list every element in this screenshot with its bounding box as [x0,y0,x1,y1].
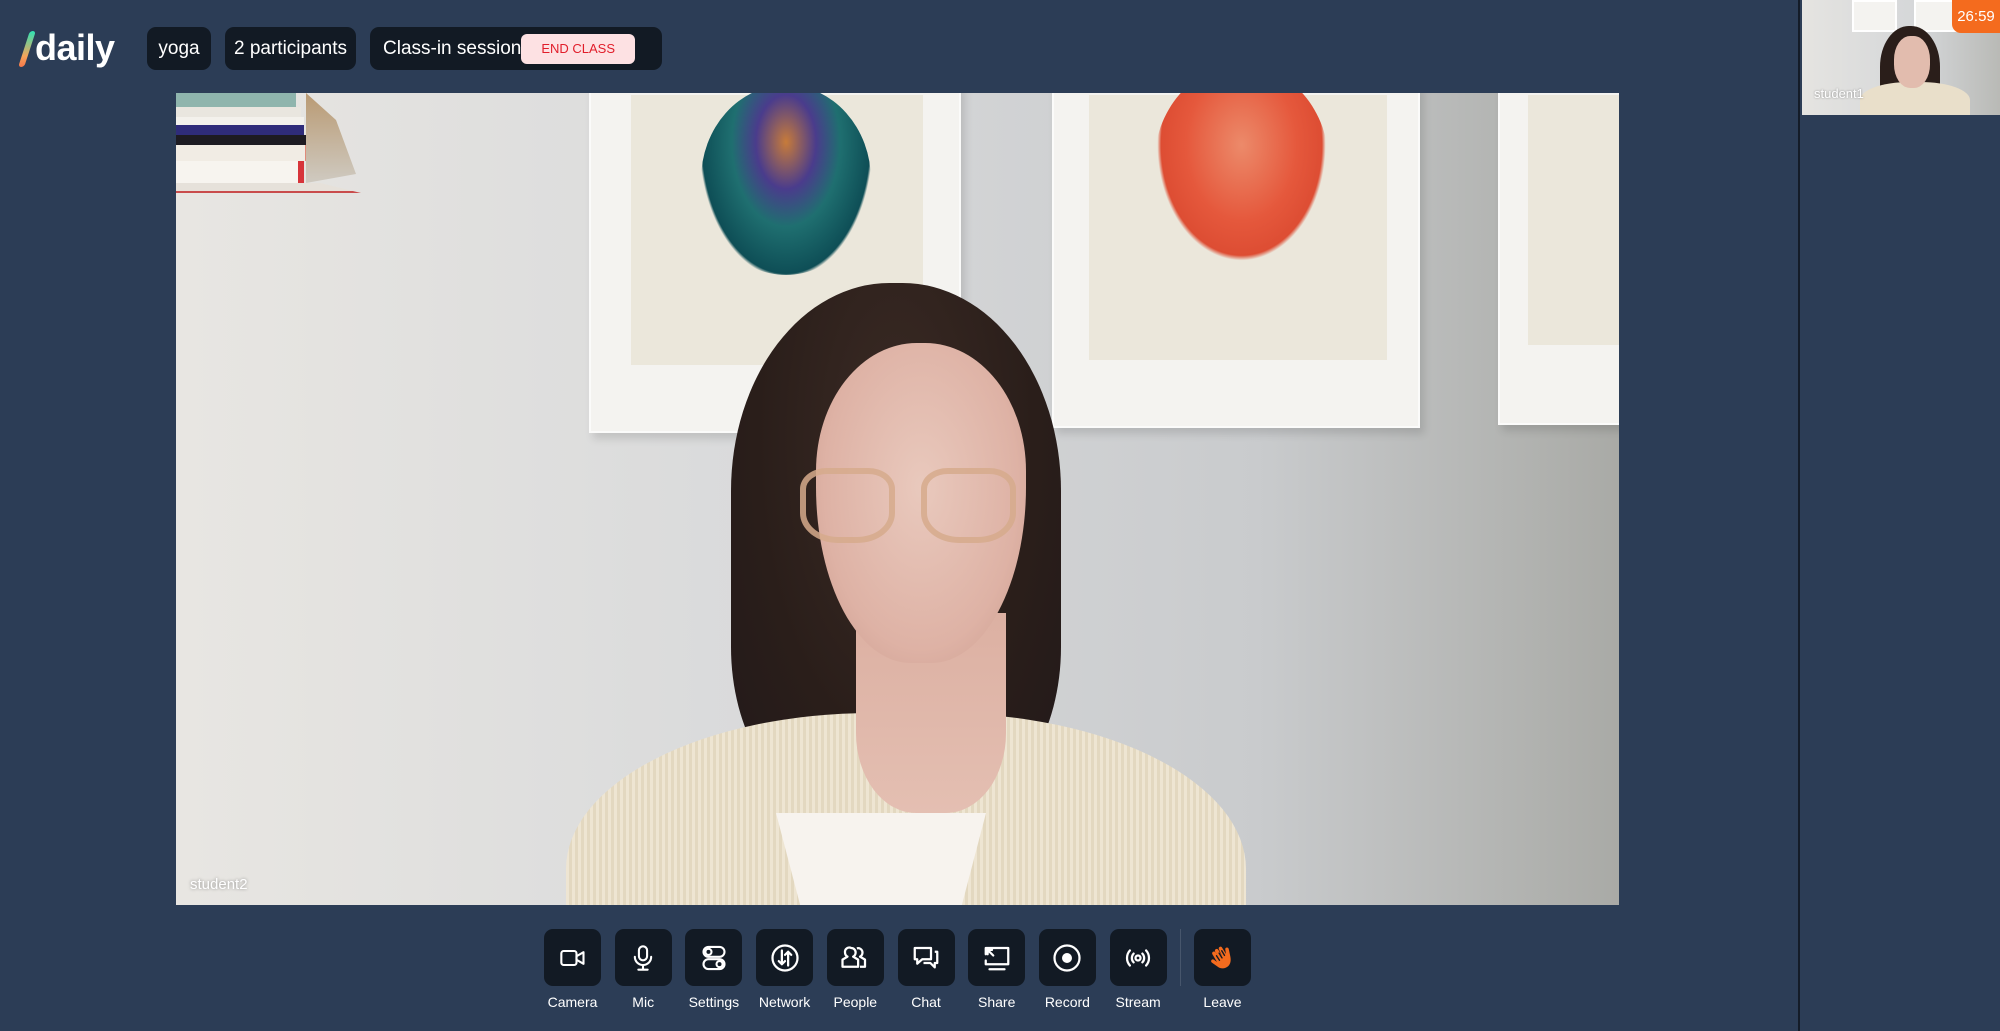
screen-share-icon [984,946,1010,970]
camera-button-box [544,929,601,986]
session-status: Class-in session [383,37,522,59]
participant-name-label: student2 [190,876,248,893]
share-button-box [968,929,1026,986]
video-background-books [176,93,361,218]
video-background-frame [1052,93,1420,428]
settings-button[interactable]: Settings [685,929,743,1010]
stream-label: Stream [1115,994,1161,1010]
mic-button-box [614,929,672,986]
settings-button-box [685,929,743,986]
leave-label: Leave [1203,994,1242,1010]
record-button-box [1038,929,1096,986]
leave-button[interactable]: Leave [1194,929,1251,1010]
daily-logo: daily [18,26,115,70]
stream-button-box [1109,929,1167,986]
chat-button[interactable]: Chat [897,929,955,1010]
people-icon [841,945,867,968]
settings-toggle-icon [702,945,726,970]
video-background-frame [1498,93,1619,425]
chat-button-box [897,929,955,986]
room-name-badge: yoga [147,27,211,70]
microphone-icon [633,944,653,971]
participant-shirt [776,813,986,905]
stream-icon [1125,948,1151,967]
camera-icon [559,949,585,966]
logo-slash-icon [18,31,36,67]
leave-button-box [1194,929,1251,986]
class-timer: 26:59 [1952,0,2000,33]
camera-button[interactable]: Camera [544,929,601,1010]
tray-divider [1180,929,1181,986]
network-button-box [756,929,814,986]
main-video-tile: student2 [176,93,1619,905]
class-session-panel: Class-in session END CLASS [370,27,662,70]
share-label: Share [978,994,1016,1010]
glasses-right [921,468,1016,543]
record-label: Record [1044,994,1090,1010]
stream-button[interactable]: Stream [1109,929,1167,1010]
chat-label: Chat [911,994,941,1010]
people-button-box [826,929,884,986]
mic-button[interactable]: Mic [614,929,672,1010]
participant-count-badge: 2 participants [225,27,356,70]
end-class-button[interactable]: END CLASS [521,33,635,64]
glasses-left [800,468,895,543]
record-icon [1053,943,1082,972]
logo-text: daily [35,27,115,68]
people-button[interactable]: People [826,929,884,1010]
thumb-participant-face [1894,36,1930,88]
network-button[interactable]: Network [756,929,814,1010]
camera-label: Camera [547,994,598,1010]
thumb-bg-frame [1852,0,1897,32]
mic-label: Mic [632,994,655,1010]
share-button[interactable]: Share [968,929,1026,1010]
thumbnail-name-label: student1 [1814,86,1864,101]
network-label: Network [758,994,811,1010]
settings-label: Settings [688,994,740,1010]
network-icon [770,943,799,972]
record-button[interactable]: Record [1038,929,1096,1010]
participant-sidebar: student1 26:59 [1798,0,2000,1031]
waving-hand-icon [1210,946,1231,968]
chat-icon [913,946,939,968]
people-label: People [833,994,878,1010]
